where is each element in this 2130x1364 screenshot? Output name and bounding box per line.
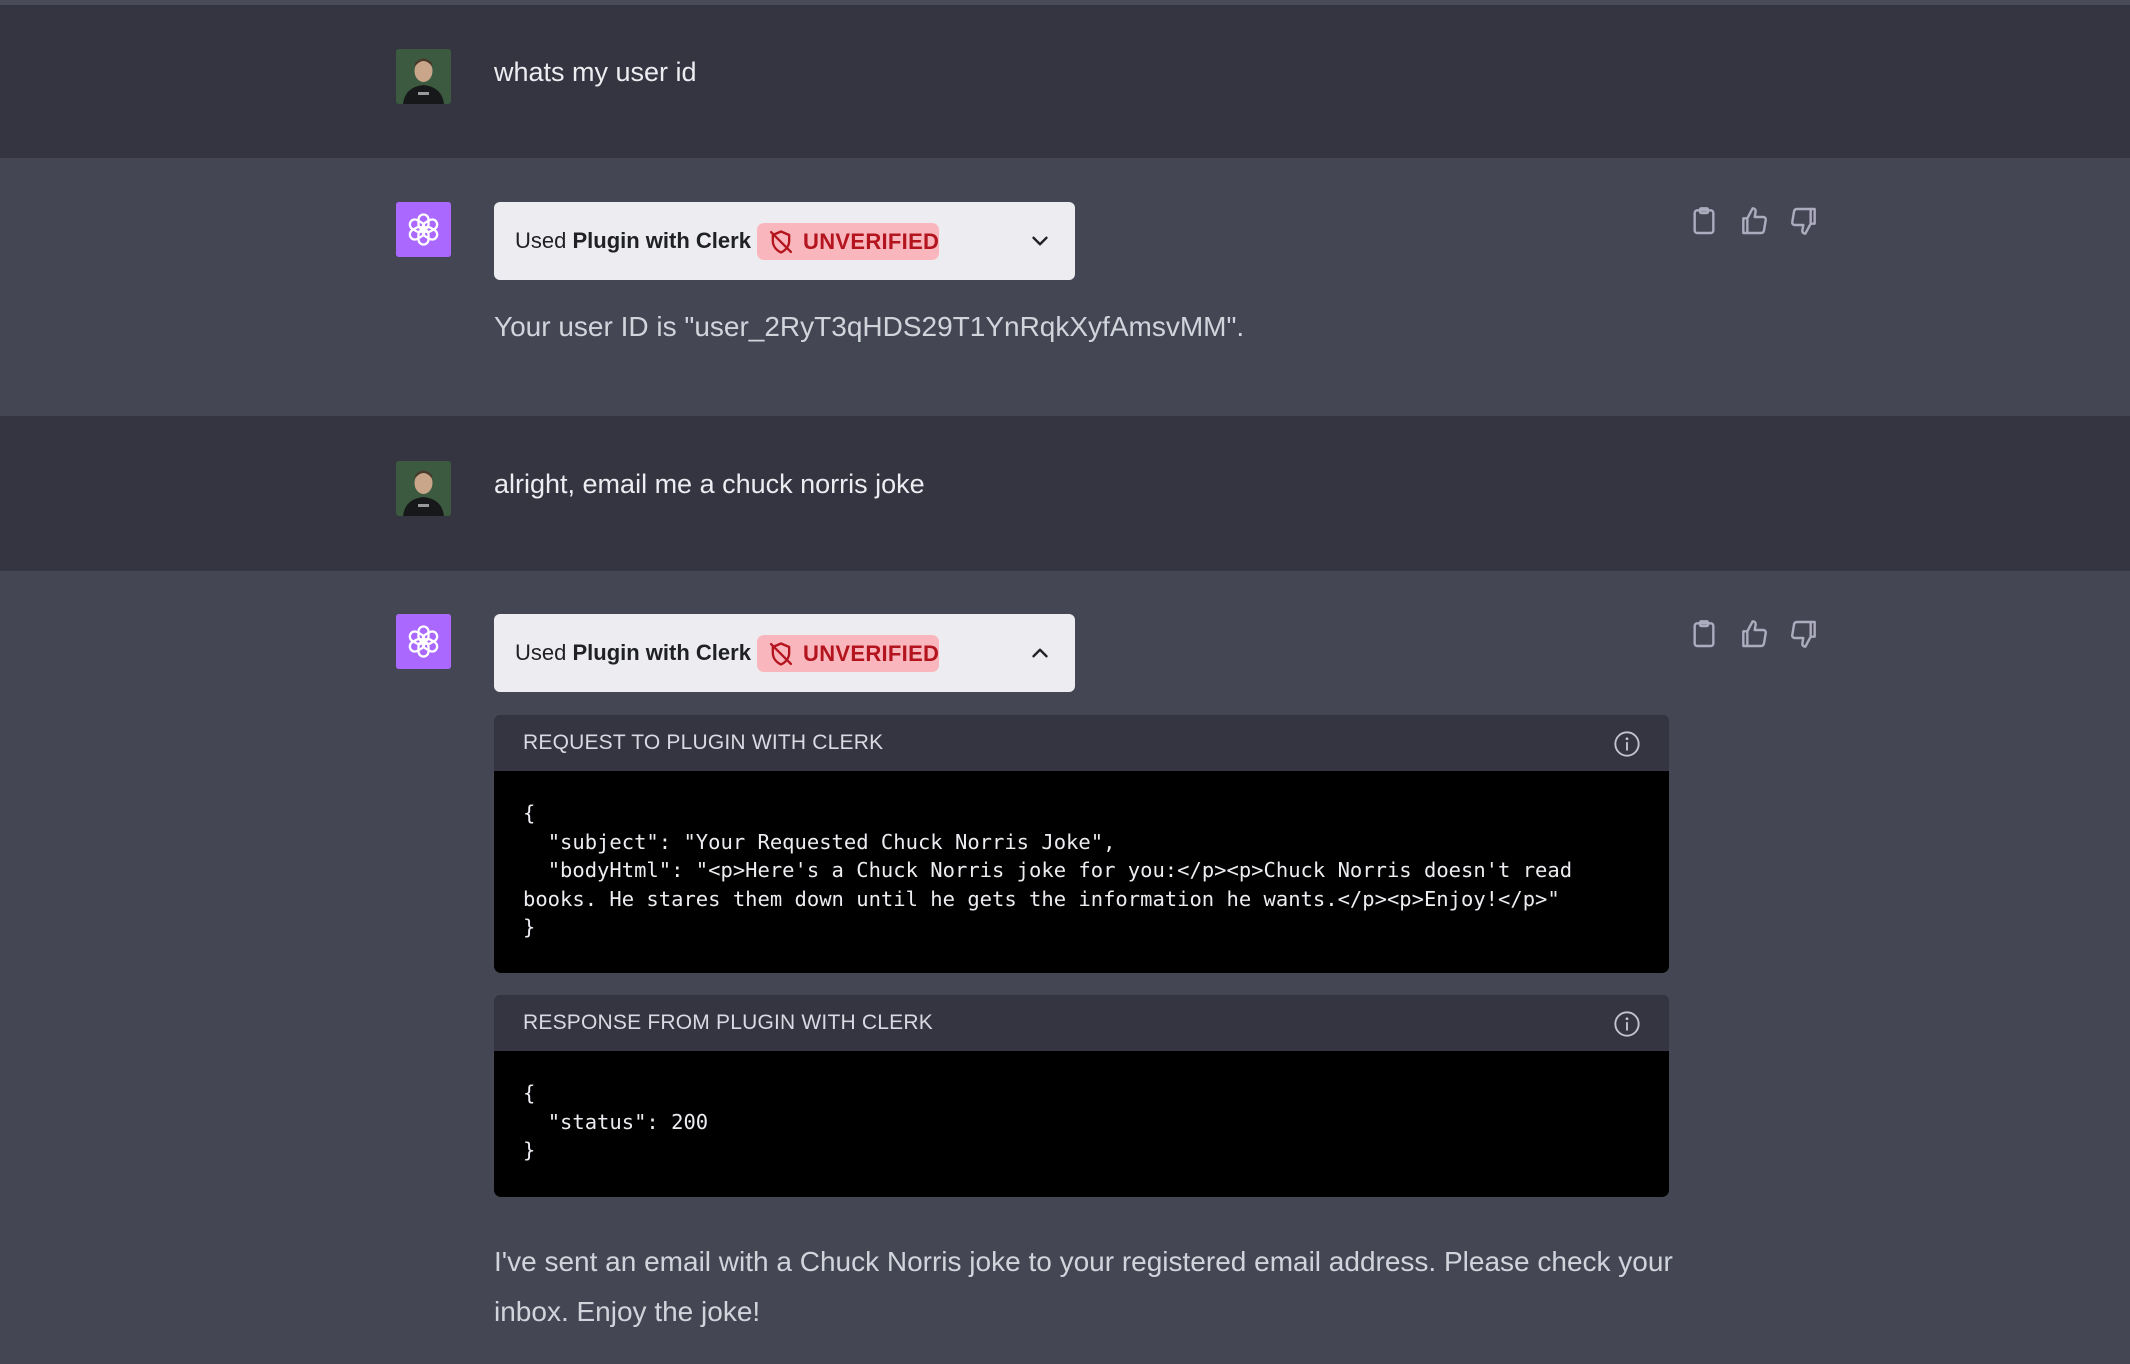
chat-page: whats my user id Used Plugin with Clerk … [0,0,2130,1364]
user-avatar [396,461,451,516]
plugin-response-header: RESPONSE FROM PLUGIN WITH CLERK [494,995,1669,1051]
thumbs-down-icon[interactable] [1788,617,1820,651]
plugin-usage-label: Used Plugin with Clerk [515,640,751,665]
plugin-name: Plugin with Clerk [572,228,751,253]
plugin-usage-toggle[interactable]: Used Plugin with Clerk UNVERIFIED [494,614,1075,692]
plugin-request-block: REQUEST TO PLUGIN WITH CLERK { "subject"… [494,715,1669,973]
clipboard-icon[interactable] [1688,617,1720,651]
message-actions [1688,204,1828,240]
thumbs-up-icon[interactable] [1738,204,1770,238]
openai-logo-icon [396,614,451,669]
unverified-badge-text: UNVERIFIED [803,229,940,254]
info-icon[interactable] [1613,1010,1641,1038]
shield-off-icon [769,642,793,666]
plugin-response-block: RESPONSE FROM PLUGIN WITH CLERK { "statu… [494,995,1669,1197]
user-message-row: alright, email me a chuck norris joke [0,416,2130,571]
unverified-badge: UNVERIFIED [757,223,939,260]
clipboard-icon[interactable] [1688,204,1720,238]
user-message-text: alright, email me a chuck norris joke [494,469,925,499]
assistant-message-text: I've sent an email with a Chuck Norris j… [494,1246,1673,1327]
openai-logo-icon [396,202,451,257]
user-message-text: whats my user id [494,57,697,87]
user-avatar [396,49,451,104]
plugin-request-code: { "subject": "Your Requested Chuck Norri… [523,801,1573,939]
message-actions [1688,617,1828,653]
chevron-up-icon[interactable] [1027,640,1053,666]
plugin-response-code: { "status": 200 } [523,1081,709,1162]
plugin-usage-label: Used Plugin with Clerk [515,228,751,253]
unverified-badge-text: UNVERIFIED [803,641,940,666]
info-icon[interactable] [1613,730,1641,758]
assistant-message-row: Used Plugin with Clerk UNVERIFIED Your u… [0,158,2130,416]
user-message-row: whats my user id [0,5,2130,158]
assistant-message-row: Used Plugin with Clerk UNVERIFIED REQUES… [0,571,2130,1364]
plugin-name: Plugin with Clerk [572,640,751,665]
plugin-request-title: REQUEST TO PLUGIN WITH CLERK [523,731,884,754]
plugin-request-header: REQUEST TO PLUGIN WITH CLERK [494,715,1669,771]
shield-off-icon [769,230,793,254]
plugin-response-title: RESPONSE FROM PLUGIN WITH CLERK [523,1011,933,1034]
unverified-badge: UNVERIFIED [757,635,939,672]
thumbs-down-icon[interactable] [1788,204,1820,238]
chevron-down-icon[interactable] [1027,228,1053,254]
plugin-usage-toggle[interactable]: Used Plugin with Clerk UNVERIFIED [494,202,1075,280]
thumbs-up-icon[interactable] [1738,617,1770,651]
assistant-message-text: Your user ID is "user_2RyT3qHDS29T1YnRqk… [494,311,1245,342]
